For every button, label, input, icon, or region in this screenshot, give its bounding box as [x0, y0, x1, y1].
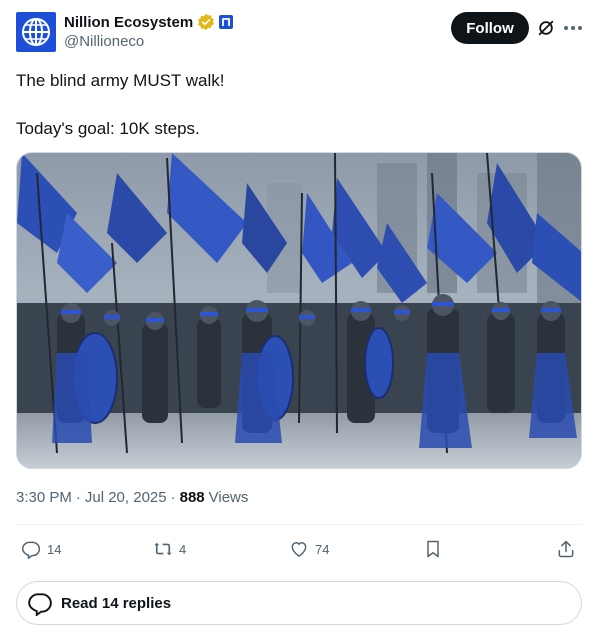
divider [16, 524, 582, 525]
tweet-time[interactable]: 3:30 PM [16, 489, 72, 506]
repost-button[interactable]: 4 [153, 538, 186, 560]
tweet-media-image[interactable] [16, 152, 582, 469]
tweet-text-line: Today's goal: 10K steps. [16, 119, 200, 138]
share-button[interactable] [556, 538, 576, 560]
repost-icon [154, 542, 172, 556]
grok-icon[interactable] [537, 19, 555, 37]
army-painting [17, 153, 581, 468]
author-display-name[interactable]: Nillion Ecosystem [64, 14, 193, 31]
avatar[interactable] [16, 12, 56, 52]
tweet-date[interactable]: Jul 20, 2025 [85, 489, 167, 506]
views-count: 888 [179, 488, 205, 506]
views-label: Views [208, 488, 249, 506]
bookmark-button[interactable] [423, 538, 443, 560]
read-replies-button[interactable]: Read 14 replies [16, 581, 582, 625]
affiliate-badge-icon[interactable] [219, 15, 234, 29]
follow-button[interactable]: Follow [451, 12, 529, 44]
author-handle[interactable]: @Nillioneco [64, 33, 144, 50]
heart-icon [291, 541, 307, 557]
reply-icon [28, 593, 52, 616]
author-name-row: Nillion Ecosystem [64, 12, 234, 32]
like-button[interactable]: 74 [289, 538, 329, 560]
tweet-meta: 3:30 PM · Jul 20, 2025 · 888 Views [16, 487, 248, 507]
verified-badge-icon[interactable] [197, 13, 215, 31]
reply-button[interactable]: 14 [21, 538, 61, 560]
bookmark-icon [427, 540, 439, 558]
globe-grid-icon [22, 18, 50, 46]
share-icon [558, 540, 574, 558]
reply-count: 14 [47, 541, 62, 557]
meta-separator: · [170, 488, 176, 506]
action-bar: 14 4 74 [16, 538, 582, 560]
more-horizontal-icon[interactable] [564, 26, 582, 30]
tweet-text-line: The blind army MUST walk! [16, 71, 225, 90]
repost-count: 4 [179, 541, 187, 557]
tweet-text-line [16, 93, 224, 117]
like-count: 74 [315, 541, 330, 557]
tweet-text: The blind army MUST walk! Today's goal: … [16, 69, 224, 141]
reply-icon [21, 541, 41, 559]
read-replies-label: Read 14 replies [61, 594, 172, 612]
meta-separator: · [75, 488, 81, 506]
